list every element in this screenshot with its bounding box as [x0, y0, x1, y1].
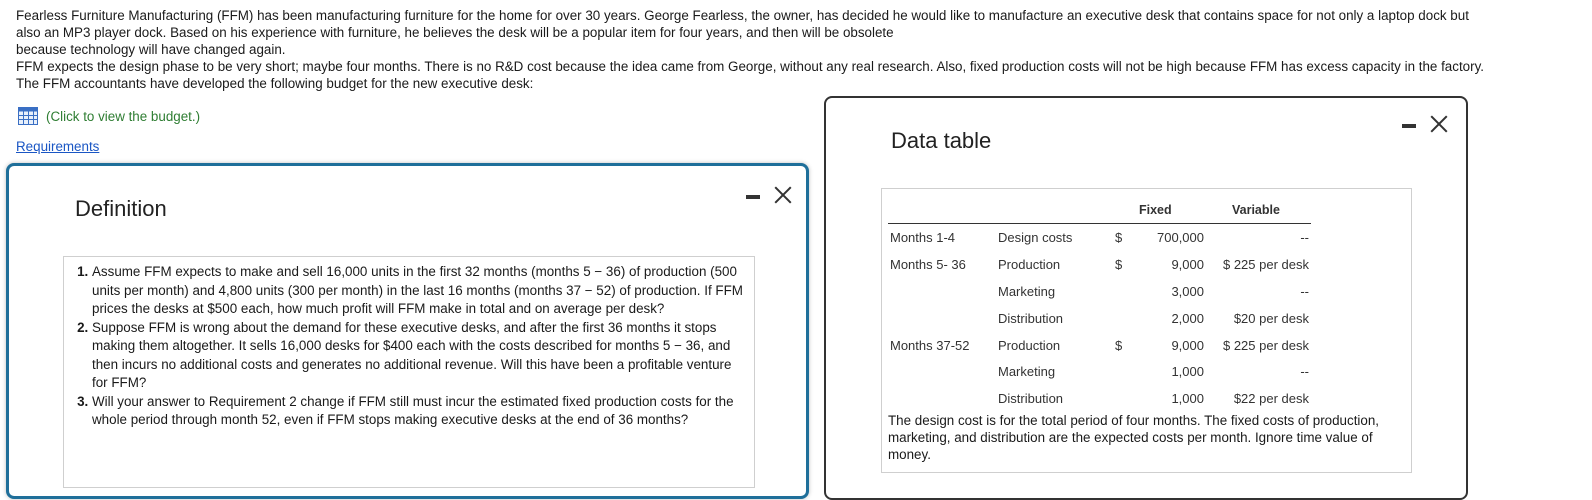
row-variable: $22 per desk: [1233, 391, 1309, 406]
intro-line-3: because technology will have changed aga…: [16, 42, 286, 57]
requirement-item-1: Assume FFM expects to make and sell 16,0…: [92, 263, 744, 319]
intro-line-1: Fearless Furniture Manufacturing (FFM) h…: [16, 8, 1469, 23]
problem-intro: Fearless Furniture Manufacturing (FFM) h…: [16, 7, 1581, 92]
table-footnote: The design cost is for the total period …: [888, 413, 1380, 462]
data-table-content: Fixed Variable Months 1-4 Design costs $…: [881, 188, 1412, 473]
row-fixed: 1,000: [1171, 364, 1204, 379]
intro-line-5: The FFM accountants have developed the f…: [16, 76, 534, 91]
row-period: Months 1-4: [890, 230, 956, 245]
row-fixed: 2,000: [1171, 311, 1204, 326]
header-fixed: Fixed: [1139, 203, 1172, 217]
row-fixed: 9,000: [1171, 338, 1204, 353]
view-budget-label[interactable]: (Click to view the budget.): [46, 109, 200, 124]
row-dollar: $: [1115, 338, 1123, 353]
table-grid-icon: [18, 107, 38, 125]
table-row: Marketing 3,000 --: [882, 284, 1411, 304]
header-variable: Variable: [1232, 203, 1280, 217]
minimize-icon[interactable]: [746, 184, 760, 204]
row-fixed: 9,000: [1171, 257, 1204, 272]
row-item: Production: [998, 338, 1061, 353]
row-dollar: $: [1115, 230, 1123, 245]
data-table-window: Data table Fixed Variable Months 1-4 Des…: [824, 96, 1468, 500]
row-item: Production: [998, 257, 1061, 272]
row-variable: --: [1300, 230, 1309, 245]
table-row: Months 37-52 Production $ 9,000 $ 225 pe…: [882, 338, 1411, 358]
table-row: Months 5- 36 Production $ 9,000 $ 225 pe…: [882, 257, 1411, 277]
row-variable: $ 225 per desk: [1222, 257, 1309, 272]
row-period: Months 37-52: [890, 338, 970, 353]
table-row: Marketing 1,000 --: [882, 364, 1411, 384]
close-icon[interactable]: [1430, 113, 1448, 133]
definition-window: Definition Assume FFM expects to make an…: [6, 163, 809, 499]
table-row: Distribution 2,000 $20 per desk: [882, 311, 1411, 331]
close-icon[interactable]: [774, 184, 792, 204]
intro-line-2: also an MP3 player dock. Based on his ex…: [16, 25, 894, 40]
definition-window-controls: [746, 184, 792, 204]
requirement-item-2: Suppose FFM is wrong about the demand fo…: [92, 319, 744, 393]
data-table-title: Data table: [891, 128, 992, 153]
row-item: Design costs: [998, 230, 1073, 245]
row-item: Distribution: [998, 311, 1064, 326]
requirement-item-3: Will your answer to Requirement 2 change…: [92, 393, 744, 430]
intro-line-4: FFM expects the design phase to be very …: [16, 59, 1484, 74]
definition-title: Definition: [75, 196, 167, 221]
row-fixed: 700,000: [1157, 230, 1204, 245]
row-period: Months 5- 36: [890, 257, 966, 272]
row-fixed: 3,000: [1171, 284, 1204, 299]
row-item: Marketing: [998, 284, 1056, 299]
definition-content: Assume FFM expects to make and sell 16,0…: [63, 256, 755, 488]
requirements-list: Assume FFM expects to make and sell 16,0…: [64, 257, 754, 430]
row-variable: $20 per desk: [1233, 311, 1309, 326]
requirements-link[interactable]: Requirements: [16, 139, 99, 154]
row-fixed: 1,000: [1171, 391, 1204, 406]
view-budget-link[interactable]: (Click to view the budget.): [18, 107, 200, 125]
row-item: Marketing: [998, 364, 1056, 379]
minimize-icon[interactable]: [1402, 113, 1416, 133]
table-row: Months 1-4 Design costs $ 700,000 --: [882, 230, 1411, 250]
data-table-window-controls: [1402, 113, 1448, 133]
table-row: Distribution 1,000 $22 per desk: [882, 391, 1411, 411]
row-variable: --: [1300, 284, 1309, 299]
row-dollar: $: [1115, 257, 1123, 272]
row-item: Distribution: [998, 391, 1064, 406]
row-variable: --: [1300, 364, 1309, 379]
table-header: Fixed Variable: [888, 203, 1311, 224]
row-variable: $ 225 per desk: [1222, 338, 1309, 353]
